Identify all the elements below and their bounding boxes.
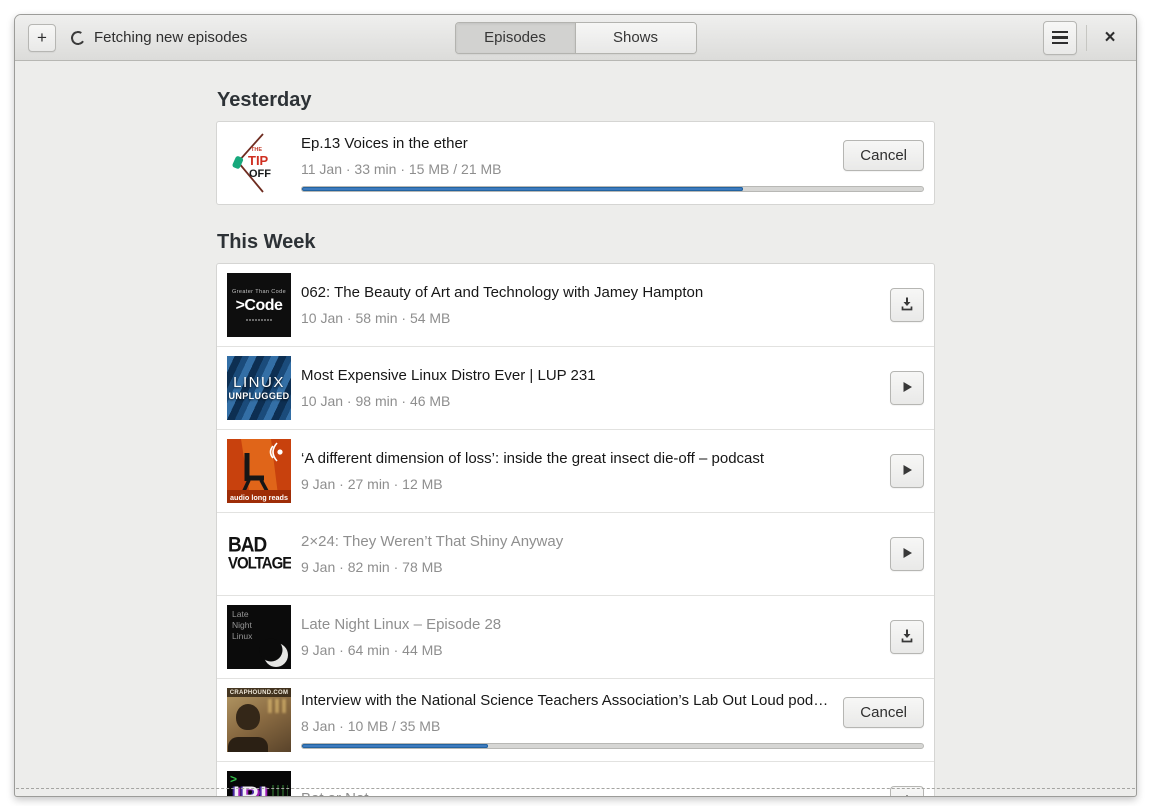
episode-title: Most Expensive Linux Distro Ever | LUP 2… [301,367,596,384]
show-cover-art-lup: LINUX UNPLUGGED [227,356,291,420]
loading-spinner-icon [69,29,87,46]
episode-title: Ep.13 Voices in the ether [301,134,468,152]
show-cover-art-lnl: Late Night Linux [227,605,291,669]
episode-texts: 2×24: They Weren’t That Shiny Anyway 9 Ja… [301,533,878,575]
download-icon [899,794,915,796]
episode-row-body: Late Night Linux – Episode 28 9 Jan · 64 … [301,616,924,658]
episode-card: THE TIP OFF Ep.13 Voices in the ether 11 Jan… [216,121,935,205]
episode-title: Interview with the National Science Teac… [301,691,832,709]
header-right-controls: × [1043,20,1126,55]
episode-row-body: 2×24: They Weren’t That Shiny Anyway 9 Ja… [301,533,924,575]
episode-row-main: Bot or Not [301,786,924,796]
show-cover-art-craphound: CRAPHOUND.COM [227,688,291,752]
episode-texts: Late Night Linux – Episode 28 9 Jan · 64 … [301,616,878,658]
download-progress-bar [301,185,924,192]
episode-meta: 9 Jan · 64 min · 44 MB [301,642,443,658]
section-title: Yesterday [217,89,312,111]
header-bar: + Fetching new episodes Episodes Shows × [15,15,1136,61]
episodes-scroll-view[interactable]: Yesterday THE TIP OFF Ep.13 Voices in the et… [15,61,1136,796]
episode-title: Late Night Linux – Episode 28 [301,616,502,633]
episode-row: Late Night Linux Late Night Linux – Episode… [217,596,934,679]
episode-texts: Interview with the National Science Teac… [301,692,831,734]
section-title: This Week [217,231,316,253]
episode-meta: 9 Jan · 82 min · 78 MB [301,559,443,575]
episode-texts: Most Expensive Linux Distro Ever | LUP 2… [301,367,878,409]
podcasts-window: + Fetching new episodes Episodes Shows ×… [14,14,1137,797]
episode-row-main: Most Expensive Linux Distro Ever | LUP 2… [301,367,924,409]
episode-row: CRAPHOUND.COM Interview with the National… [217,679,934,762]
play-icon [899,545,915,564]
episode-texts: ‘A different dimension of loss’: inside … [301,450,878,492]
download-icon [899,628,915,647]
show-cover-art-irl: > IRL [227,771,291,796]
episode-meta: 8 Jan · 10 MB / 35 MB [301,717,441,734]
hamburger-icon [1052,30,1068,45]
episode-row: Greater Than Code >Code 062: The Beauty of… [217,264,934,347]
play-icon [899,379,915,398]
episode-texts: Bot or Not [301,790,878,796]
episode-row: BAD VOLTAGE 2×24: They Weren’t That Shiny … [217,513,934,596]
add-podcast-button[interactable]: + [28,23,56,52]
cancel-download-button[interactable]: Cancel [843,140,924,171]
episode-row-main: Ep.13 Voices in the ether 11 Jan · 33 min… [301,135,924,177]
download-progress-fill [302,186,743,191]
episode-card: Greater Than Code >Code 062: The Beauty of… [216,263,935,796]
episode-row-main: Interview with the National Science Teac… [301,692,924,734]
play-icon [899,462,915,481]
tab-shows[interactable]: Shows [575,22,696,53]
episode-row: LINUX UNPLUGGED Most Expensive Linux Distr… [217,347,934,430]
episode-row: >IRL Bot or Not [217,762,934,796]
download-progress-bar [301,742,924,749]
episode-row-body: Most Expensive Linux Distro Ever | LUP 2… [301,367,924,409]
status-text: Fetching new episodes [94,29,248,46]
show-cover-art-tipoff: THE TIP OFF [227,131,291,195]
episode-title: 062: The Beauty of Art and Technology wi… [301,284,704,301]
episode-row: THE TIP OFF Ep.13 Voices in the ether 11 Jan… [217,122,934,204]
episode-texts: Ep.13 Voices in the ether 11 Jan · 33 min… [301,135,831,177]
status-area: Fetching new episodes [69,29,248,46]
episode-meta: 10 Jan · 58 min · 54 MB [301,310,451,326]
episode-row-main: ‘A different dimension of loss’: inside … [301,450,924,492]
svg-text:TIP: TIP [248,153,269,168]
download-progress-fill [302,743,489,748]
episode-row-main: Late Night Linux – Episode 28 9 Jan · 64 … [301,616,924,658]
view-switcher: Episodes Shows [454,21,697,54]
episode-row-main: 062: The Beauty of Art and Technology wi… [301,284,924,326]
cancel-download-button[interactable]: Cancel [843,697,924,728]
header-separator [1086,24,1087,51]
show-cover-art-bv: BAD VOLTAGE [227,522,291,586]
episode-texts: 062: The Beauty of Art and Technology wi… [301,284,878,326]
play-button[interactable] [890,537,924,571]
episode-title: Bot or Not [301,790,878,796]
svg-text:OFF: OFF [249,168,271,180]
episode-title: ‘A different dimension of loss’: inside … [301,450,765,467]
download-button[interactable] [890,786,924,796]
episode-row-body: Ep.13 Voices in the ether 11 Jan · 33 min… [301,135,924,192]
show-cover-art-gtc: Greater Than Code >Code [227,273,291,337]
play-button[interactable] [890,371,924,405]
play-button[interactable] [890,454,924,488]
download-button[interactable] [890,288,924,322]
tab-episodes[interactable]: Episodes [455,22,576,53]
close-window-button[interactable]: × [1096,24,1124,52]
episode-row-body: ‘A different dimension of loss’: inside … [301,450,924,492]
episode-meta: 9 Jan · 27 min · 12 MB [301,476,443,492]
episode-meta: 10 Jan · 98 min · 46 MB [301,393,451,409]
svg-text:audio long reads: audio long reads [230,493,288,502]
download-icon [899,296,915,315]
episode-row-body: Interview with the National Science Teac… [301,692,924,749]
episode-row-main: 2×24: They Weren’t That Shiny Anyway 9 Ja… [301,533,924,575]
episode-row: audio long reads ‘A different dimension o… [217,430,934,513]
show-cover-art-alr: audio long reads [227,439,291,503]
episode-row-body: Bot or Not [301,786,924,796]
download-button[interactable] [890,620,924,654]
episode-row-body: 062: The Beauty of Art and Technology wi… [301,284,924,326]
episode-meta: 11 Jan · 33 min · 15 MB / 21 MB [301,160,502,177]
episodes-list: Yesterday THE TIP OFF Ep.13 Voices in the et… [216,89,935,796]
menu-button[interactable] [1043,20,1077,55]
episode-title: 2×24: They Weren’t That Shiny Anyway [301,533,564,550]
